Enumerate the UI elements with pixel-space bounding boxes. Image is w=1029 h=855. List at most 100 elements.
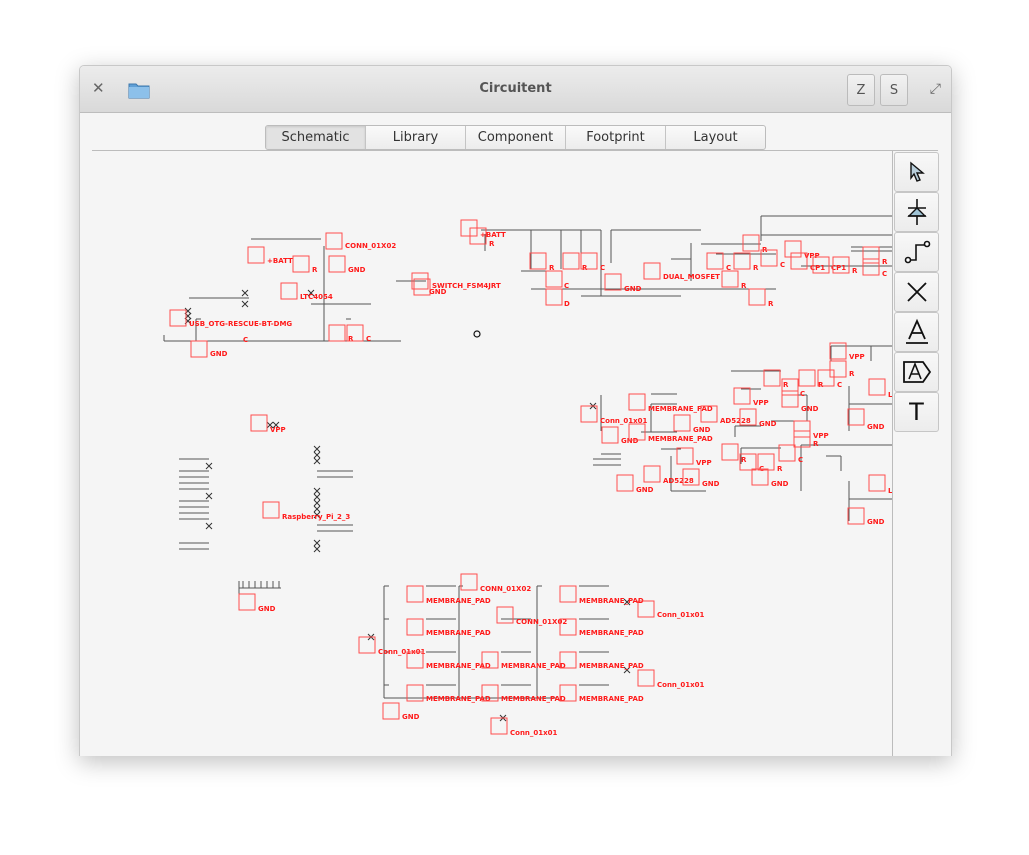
component-label: +BATT bbox=[480, 231, 506, 239]
component-body bbox=[721, 270, 739, 288]
component-label: R bbox=[813, 440, 819, 448]
component-body bbox=[628, 393, 646, 411]
component-label: GND bbox=[429, 288, 447, 296]
component-body bbox=[847, 408, 865, 426]
no-connect-marker bbox=[313, 445, 321, 453]
component-label: GND bbox=[771, 480, 789, 488]
component-body bbox=[406, 585, 424, 603]
no-connect-marker bbox=[313, 499, 321, 507]
component-body bbox=[328, 324, 346, 342]
component-label: R bbox=[882, 258, 888, 266]
component-label: GND bbox=[693, 426, 711, 434]
component-label: R bbox=[348, 335, 354, 343]
wire-tool-button[interactable] bbox=[894, 232, 939, 272]
component-label: MEMBRANE_PAD bbox=[579, 695, 644, 703]
z-button[interactable]: Z bbox=[847, 74, 875, 106]
component-body bbox=[733, 252, 751, 270]
schematic-canvas[interactable]: +BATT CONN_01X02 R GND LTC4054 USB_OTG-RESCUE… bbox=[92, 151, 892, 756]
tab-component[interactable]: Component bbox=[465, 126, 565, 149]
component-label: Conn_01x01 bbox=[510, 729, 558, 737]
component-body bbox=[733, 387, 751, 405]
component-body bbox=[721, 443, 739, 461]
component-label: R bbox=[741, 282, 747, 290]
component-body bbox=[829, 342, 847, 360]
component-body bbox=[601, 426, 619, 444]
component-label: VPP bbox=[696, 459, 712, 467]
component-label: +BATT bbox=[267, 257, 293, 265]
component-label: C bbox=[366, 335, 371, 343]
maximize-icon[interactable]: ⤢ bbox=[930, 81, 941, 97]
tab-schematic[interactable]: Schematic bbox=[266, 126, 365, 149]
text-tool-button[interactable]: T bbox=[894, 392, 939, 432]
component-body bbox=[460, 573, 478, 591]
no-connect-marker bbox=[313, 545, 321, 553]
component-body bbox=[643, 262, 661, 280]
component-body bbox=[559, 585, 577, 603]
component-label: Conn_01x01 bbox=[657, 611, 705, 619]
component-body bbox=[829, 360, 847, 378]
global-label-tool-button[interactable] bbox=[894, 352, 939, 392]
component-body bbox=[616, 474, 634, 492]
component-label: GND bbox=[702, 480, 720, 488]
pointer-arrow-icon bbox=[909, 161, 925, 182]
component-body bbox=[643, 465, 661, 483]
no-connect-marker bbox=[313, 451, 321, 459]
component-body bbox=[706, 252, 724, 270]
component-body bbox=[763, 369, 781, 387]
no-connect-marker bbox=[205, 492, 213, 500]
component-label: MEMBRANE_PAD bbox=[426, 662, 491, 670]
net-label-icon bbox=[905, 318, 928, 344]
component-label: C bbox=[798, 456, 803, 464]
s-button[interactable]: S bbox=[880, 74, 908, 106]
tab-library[interactable]: Library bbox=[365, 126, 465, 149]
component-label: CONN_01X02 bbox=[345, 242, 396, 250]
component-body bbox=[529, 252, 547, 270]
component-body bbox=[742, 234, 760, 252]
component-label: LTC4054 bbox=[300, 293, 333, 301]
tool-palette: T bbox=[892, 151, 939, 756]
component-label: C bbox=[882, 270, 887, 278]
component-body bbox=[325, 232, 343, 250]
component-body bbox=[406, 684, 424, 702]
component-label: GND bbox=[759, 420, 777, 428]
component-body bbox=[545, 270, 563, 288]
component-body bbox=[676, 447, 694, 465]
component-body bbox=[748, 288, 766, 306]
component-body bbox=[862, 258, 880, 276]
component-body bbox=[862, 246, 880, 264]
component-label: MEMBRANE_PAD bbox=[501, 695, 566, 703]
tab-footprint[interactable]: Footprint bbox=[565, 126, 665, 149]
component-tool-button[interactable] bbox=[894, 192, 939, 232]
component-body bbox=[382, 702, 400, 720]
component-label: R bbox=[852, 267, 858, 275]
component-label: VPP bbox=[270, 426, 286, 434]
component-body bbox=[793, 420, 811, 438]
component-label: GND bbox=[210, 350, 228, 358]
component-label: GND bbox=[801, 405, 819, 413]
tab-layout[interactable]: Layout bbox=[665, 126, 765, 149]
component-label: R bbox=[777, 465, 783, 473]
component-body bbox=[292, 255, 310, 273]
no-connect-marker bbox=[205, 522, 213, 530]
select-tool-button[interactable] bbox=[894, 152, 939, 192]
global-label-icon bbox=[902, 361, 931, 383]
component-label: GND bbox=[636, 486, 654, 494]
no-connect-tool-button[interactable] bbox=[894, 272, 939, 312]
component-body bbox=[673, 414, 691, 432]
component-label: AD5228 bbox=[720, 417, 751, 425]
component-label: C bbox=[600, 264, 605, 272]
component-label: USB_OTG-RESCUE-BT-DMG bbox=[189, 320, 292, 328]
component-label: GND bbox=[867, 423, 885, 431]
component-label: R bbox=[489, 240, 495, 248]
component-label: AD5228 bbox=[663, 477, 694, 485]
component-body bbox=[637, 669, 655, 687]
component-body bbox=[280, 282, 298, 300]
no-connect-marker bbox=[241, 289, 249, 297]
component-body bbox=[778, 444, 796, 462]
component-label: VPP bbox=[753, 399, 769, 407]
component-label: R bbox=[849, 370, 855, 378]
no-connect-marker bbox=[313, 539, 321, 547]
net-label-tool-button[interactable] bbox=[894, 312, 939, 352]
component-body bbox=[781, 390, 799, 408]
no-connect-marker bbox=[313, 505, 321, 513]
